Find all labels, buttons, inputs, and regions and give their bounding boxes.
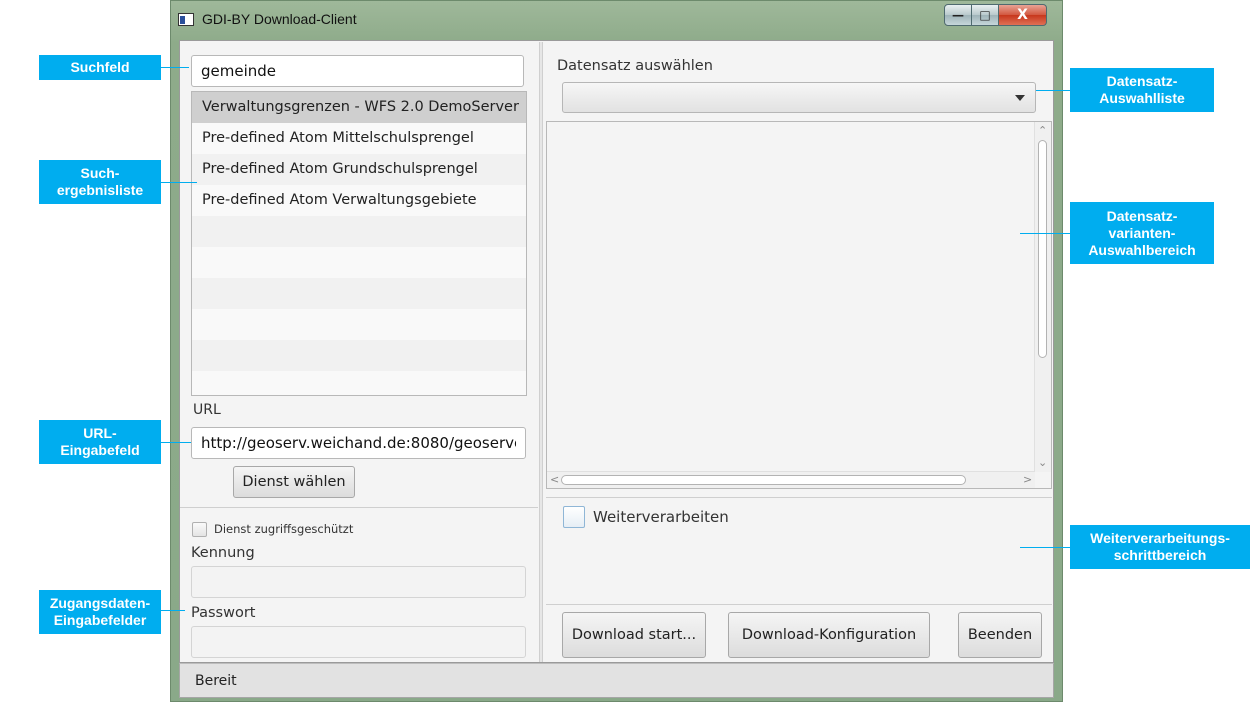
callout-leader <box>161 442 191 443</box>
list-item[interactable]: Pre-defined Atom Grundschulsprengel <box>192 154 526 185</box>
auth-checkbox[interactable] <box>192 522 207 537</box>
url-label: URL <box>193 402 221 418</box>
download-start-button[interactable]: Download start... <box>562 612 706 658</box>
maximize-icon: □ <box>979 8 991 22</box>
scroll-left-icon[interactable]: < <box>550 474 559 485</box>
vertical-scroll-thumb[interactable] <box>1038 140 1047 358</box>
minimize-button[interactable]: — <box>944 4 972 26</box>
dataset-label: Datensatz auswählen <box>557 58 713 74</box>
callout-suchfeld-text: Suchfeld <box>70 59 130 75</box>
callout-zugangsdaten: Zugangsdaten- Eingabefelder <box>39 590 161 634</box>
url-input[interactable] <box>191 427 526 459</box>
callout-leader <box>161 610 185 611</box>
search-input[interactable] <box>191 55 524 87</box>
list-item-empty <box>192 371 526 395</box>
username-label: Kennung <box>191 545 255 561</box>
choose-service-button[interactable]: Dienst wählen <box>233 466 355 498</box>
callout-text: Such- <box>80 165 120 181</box>
list-item[interactable]: Verwaltungsgrenzen - WFS 2.0 DemoServer <box>192 92 526 123</box>
app-icon <box>178 13 194 26</box>
processing-checkbox[interactable] <box>563 506 585 528</box>
callout-text: varianten- <box>1108 224 1176 241</box>
callout-weiterverarbeitung: Weiterverarbeitungs- schrittbereich <box>1070 525 1250 569</box>
callout-text: Eingabefeld <box>60 442 140 458</box>
horizontal-scroll-thumb[interactable] <box>561 475 966 485</box>
callout-text: Zugangsdaten- <box>49 595 151 611</box>
callout-leader <box>1020 233 1070 234</box>
chevron-down-icon <box>1015 95 1025 101</box>
callout-text: Auswahlliste <box>1099 90 1185 106</box>
list-item-empty <box>192 340 526 371</box>
separator <box>180 507 538 508</box>
callout-text: ergebnisliste <box>56 182 144 198</box>
callout-leader <box>1020 547 1070 548</box>
scroll-right-icon[interactable]: > <box>1023 474 1032 485</box>
quit-button[interactable]: Beenden <box>958 612 1042 658</box>
status-bar: Bereit <box>179 663 1054 698</box>
callout-text: schrittbereich <box>1113 547 1207 563</box>
auth-checkbox-label: Dienst zugriffsgeschützt <box>214 522 354 536</box>
close-icon: X <box>1017 7 1028 23</box>
callout-leader <box>161 182 197 183</box>
dataset-variants-pane[interactable]: ⌃ ⌄ < > <box>546 121 1052 489</box>
list-item[interactable]: Pre-defined Atom Verwaltungsgebiete <box>192 185 526 216</box>
maximize-button[interactable]: □ <box>972 4 999 26</box>
split-divider[interactable] <box>539 42 543 662</box>
callout-text: Datensatz- <box>1106 207 1178 224</box>
callout-text: Auswahlbereich <box>1088 241 1196 258</box>
processing-checkbox-label: Weiterverarbeiten <box>593 508 729 526</box>
password-field[interactable] <box>191 626 526 658</box>
callout-suchergebnisliste: Such- ergebnisliste <box>39 160 161 204</box>
list-item[interactable]: Pre-defined Atom Mittelschulsprengel <box>192 123 526 154</box>
title-bar[interactable]: GDI-BY Download-Client — □ X <box>170 0 1063 40</box>
minimize-icon: — <box>952 8 964 22</box>
list-item-empty <box>192 278 526 309</box>
search-results-list[interactable]: Verwaltungsgrenzen - WFS 2.0 DemoServer … <box>191 91 527 396</box>
callout-text: Eingabefelder <box>53 612 147 628</box>
callout-leader <box>1036 90 1070 91</box>
callout-datensatzvarianten: Datensatz- varianten- Auswahlbereich <box>1070 202 1214 264</box>
dataset-select[interactable] <box>562 82 1036 113</box>
username-field[interactable] <box>191 566 526 598</box>
list-item-empty <box>192 309 526 340</box>
vertical-scrollbar[interactable]: ⌃ ⌄ <box>1034 122 1051 472</box>
callout-text: URL- <box>83 425 117 441</box>
list-item-empty <box>192 247 526 278</box>
callout-text: Weiterverarbeitungs- <box>1090 530 1230 546</box>
scroll-down-icon[interactable]: ⌄ <box>1038 457 1047 468</box>
callout-suchfeld: Suchfeld <box>39 55 161 80</box>
list-item-empty <box>192 216 526 247</box>
close-button[interactable]: X <box>999 4 1047 26</box>
callout-url-eingabefeld: URL- Eingabefeld <box>39 420 161 464</box>
status-text: Bereit <box>195 673 237 689</box>
scroll-up-icon[interactable]: ⌃ <box>1038 125 1047 136</box>
password-label: Passwort <box>191 605 256 621</box>
window-title: GDI-BY Download-Client <box>202 11 357 27</box>
horizontal-scrollbar[interactable]: < > <box>547 471 1035 488</box>
callout-datensatz-auswahlliste: Datensatz- Auswahlliste <box>1070 68 1214 112</box>
callout-text: Datensatz- <box>1106 73 1178 89</box>
callout-leader <box>161 67 189 68</box>
download-config-button[interactable]: Download-Konfiguration <box>728 612 930 658</box>
